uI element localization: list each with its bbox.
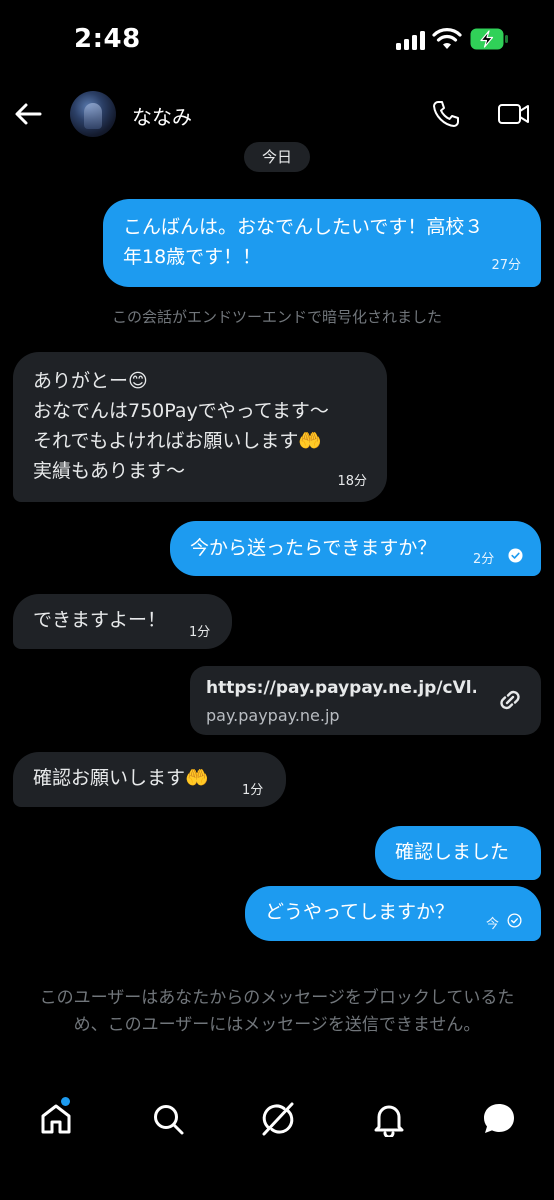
outgoing-message[interactable]: どうやってしますか？ 今: [245, 886, 541, 941]
date-divider: 今日: [244, 142, 310, 172]
message-timestamp: 1分: [242, 783, 264, 798]
contact-name[interactable]: ななみ: [132, 101, 192, 130]
message-text: 今から送ったらできますか？: [190, 537, 437, 559]
message-timestamp: 18分: [337, 474, 367, 489]
message-text: 確認しました: [395, 841, 510, 863]
wifi-icon: [432, 28, 462, 49]
message-timestamp: 2分: [473, 552, 495, 567]
incoming-message[interactable]: できますよー！ 1分: [13, 594, 232, 649]
bottom-navigation: [0, 1085, 554, 1155]
message-text: どうやってしますか？: [265, 901, 455, 923]
status-bar: 2:48: [0, 0, 554, 80]
read-receipt-icon: [508, 548, 523, 563]
message-timestamp: 27分: [491, 258, 521, 273]
link-title: https://pay.paypay.ne.jp/cVl...: [206, 678, 476, 698]
bell-icon[interactable]: [371, 1101, 407, 1137]
outgoing-message[interactable]: こんばんは。おなでんしたいです！高校３ 年18歳です！！ 27分: [103, 199, 541, 287]
back-arrow-icon[interactable]: [12, 98, 44, 130]
message-text: 確認お願いします🤲: [33, 767, 209, 789]
outgoing-message[interactable]: 確認しました: [375, 826, 541, 880]
phone-call-icon[interactable]: [430, 98, 462, 130]
blocked-message-notice: このユーザーはあなたからのメッセージをブロックしているため、このユーザーにはメッ…: [39, 988, 515, 1035]
dm-conversation-screen: 2:48 ななみ 今日 こんばんは。おなでんしたいです！高校３ 年18歳です！！…: [0, 0, 554, 1200]
home-icon[interactable]: [38, 1101, 74, 1137]
link-domain: pay.paypay.ne.jp: [206, 706, 340, 725]
message-text: できますよー！: [33, 609, 167, 631]
home-notification-dot: [61, 1097, 70, 1106]
cellular-signal-icon: [396, 30, 426, 50]
message-text: こんばんは。おなでんしたいです！高校３ 年18歳です！！: [123, 216, 484, 268]
chat-bubble-icon[interactable]: [481, 1101, 517, 1137]
link-preview-card[interactable]: https://pay.paypay.ne.jp/cVl... pay.payp…: [190, 666, 541, 735]
sent-receipt-icon: [507, 913, 522, 928]
incoming-message[interactable]: ありがとー😊 おなでんは750Payでやってます〜 それでもよければお願いします…: [13, 352, 387, 502]
video-call-icon[interactable]: [497, 98, 531, 130]
message-timestamp: 1分: [189, 625, 211, 640]
contact-avatar[interactable]: [70, 91, 116, 137]
status-time: 2:48: [74, 24, 141, 54]
link-icon: [500, 690, 520, 710]
grok-icon[interactable]: [260, 1101, 296, 1137]
conversation-header: ななみ: [0, 84, 554, 144]
message-timestamp: 今: [486, 917, 500, 932]
incoming-message[interactable]: 確認お願いします🤲 1分: [13, 752, 286, 807]
home-indicator: [0, 1180, 554, 1200]
message-text: ありがとー😊 おなでんは750Payでやってます〜 それでもよければお願いします…: [33, 370, 329, 482]
search-icon[interactable]: [150, 1101, 186, 1137]
outgoing-message[interactable]: 今から送ったらできますか？ 2分: [170, 521, 541, 576]
battery-charging-icon: [470, 28, 508, 50]
encryption-note: この会話がエンドツーエンドで暗号化されました: [111, 308, 442, 326]
